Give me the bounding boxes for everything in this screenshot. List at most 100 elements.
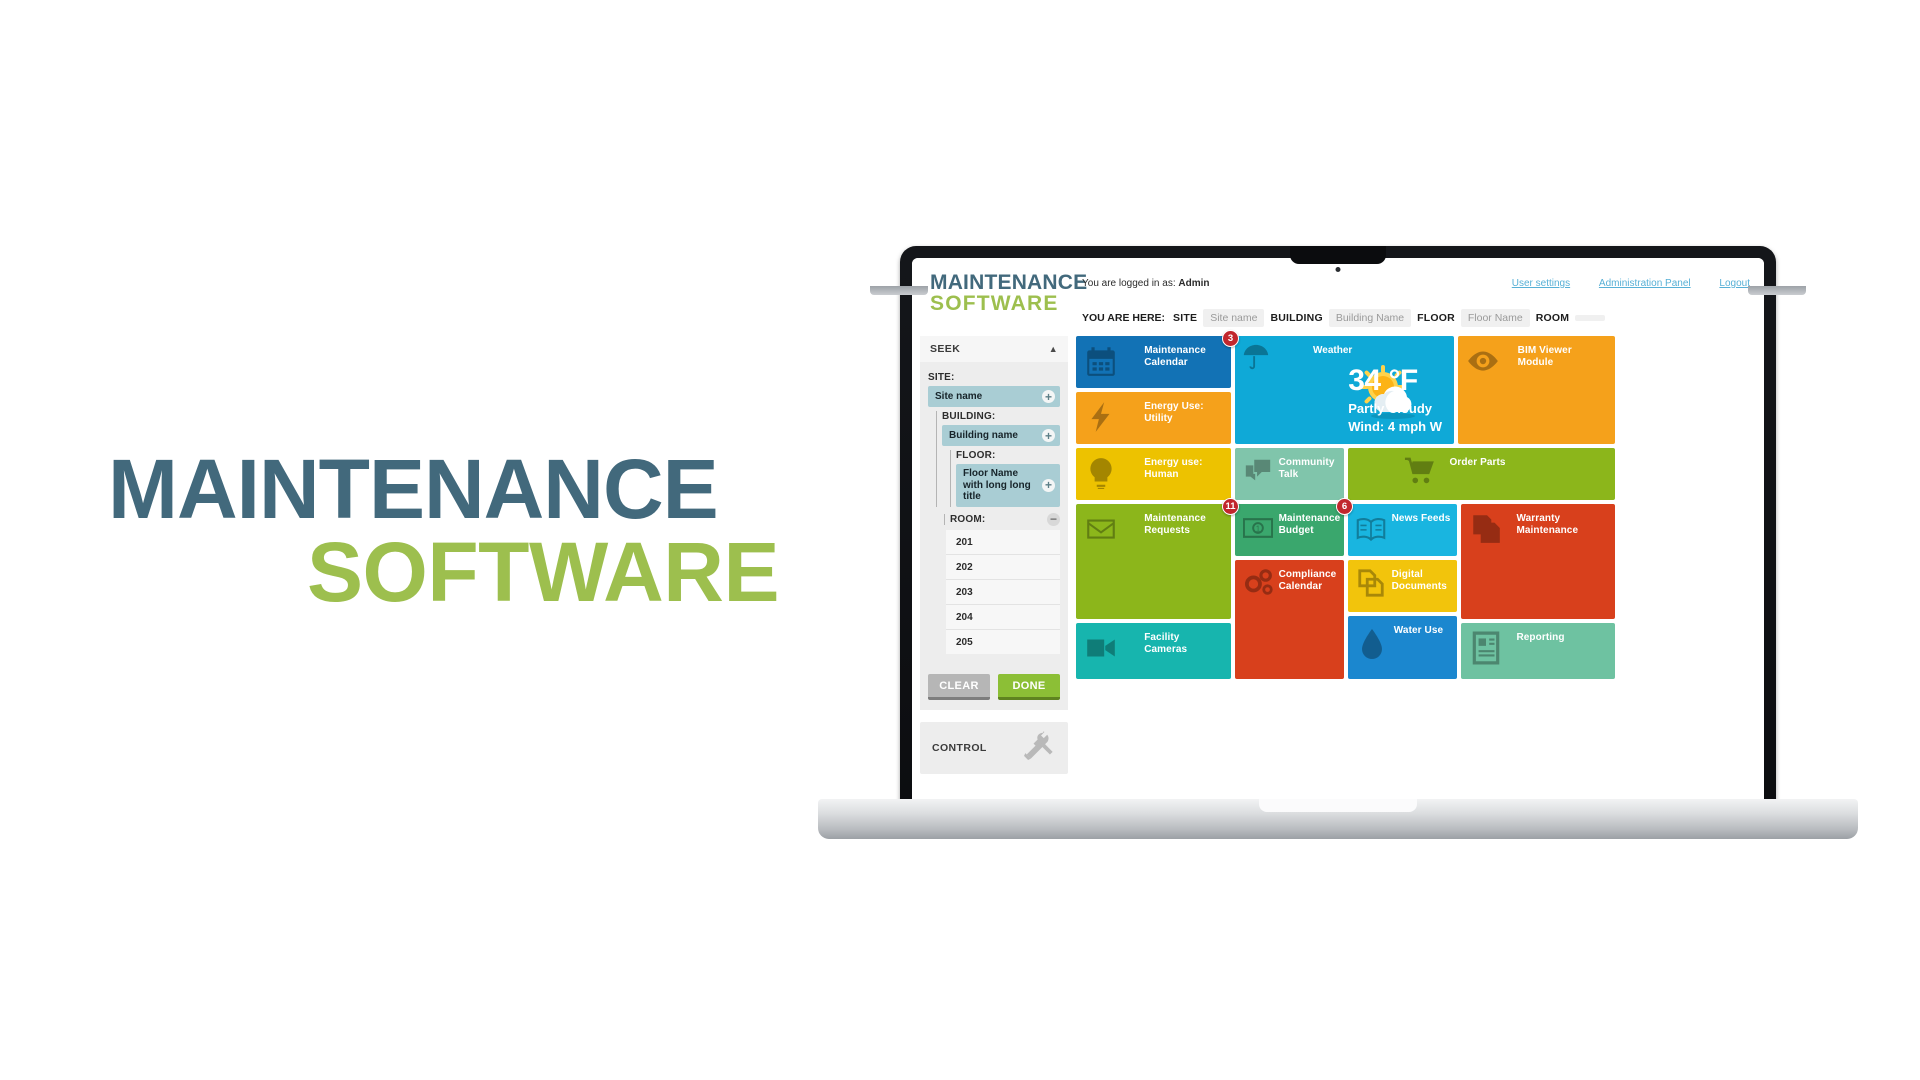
- app-topbar: MAINTENANCE SOFTWARE You are logged in a…: [912, 258, 1764, 315]
- eye-icon: [1466, 344, 1500, 378]
- breadcrumb-value-floor[interactable]: Floor Name: [1460, 309, 1530, 327]
- minus-icon[interactable]: −: [1047, 512, 1060, 526]
- site-selector[interactable]: Site name +: [928, 386, 1060, 407]
- weather-condition: Partly Cloudy: [1348, 401, 1433, 416]
- tile-water-use[interactable]: Water Use: [1348, 616, 1457, 679]
- status-badge: 3: [1222, 330, 1239, 347]
- laptop-notch: [1290, 246, 1386, 264]
- breadcrumb-value-room[interactable]: [1575, 315, 1606, 321]
- tile-facility-cameras[interactable]: Facility Cameras: [1076, 623, 1231, 679]
- weather-readout: 34 °F Partly Cloudy Wind: 4 mph W: [1348, 364, 1442, 435]
- tile-compliance-calendar[interactable]: Compliance Calendar: [1235, 560, 1344, 679]
- breadcrumb-value-site[interactable]: Site name: [1203, 309, 1265, 327]
- tile-label: Reporting: [1516, 632, 1565, 643]
- control-title: CONTROL: [932, 741, 987, 754]
- building-group: BUILDING: Building name + FLOOR: Floor N…: [936, 411, 1060, 507]
- logout-link[interactable]: Logout: [1719, 278, 1750, 289]
- laptop-mockup: MAINTENANCE SOFTWARE You are logged in a…: [818, 246, 1858, 856]
- tile-label: Water Use: [1393, 625, 1444, 636]
- sidebar: SEEK ▲ SITE: Site name + BUILDING: Build…: [920, 336, 1068, 774]
- tile-label: Maintenance Requests: [1144, 513, 1206, 536]
- hero-line-2: SOFTWARE: [307, 525, 780, 620]
- plus-icon[interactable]: +: [1042, 390, 1055, 403]
- page-root: MAINTENANCE SOFTWARE MAINTENANCE SOFTWAR…: [0, 0, 1920, 1080]
- tile-label: Maintenance Budget: [1278, 513, 1341, 536]
- tile-reporting[interactable]: Reporting: [1461, 623, 1615, 679]
- app-logo-line-2: SOFTWARE: [930, 292, 1059, 316]
- tile-label: Community Talk: [1278, 457, 1335, 480]
- breadcrumb-value-building[interactable]: Building Name: [1328, 309, 1412, 327]
- room-label: ROOM:: [944, 513, 985, 525]
- laptop-foot-right: [1748, 286, 1806, 295]
- site-value: Site name: [935, 390, 983, 402]
- tile-label: Energy use: Human: [1144, 457, 1203, 480]
- breadcrumb-prefix: YOU ARE HERE:: [1082, 312, 1166, 324]
- breadcrumb-key-building: BUILDING: [1270, 312, 1323, 324]
- list-item[interactable]: 204: [946, 605, 1060, 630]
- tile-maintenance-requests[interactable]: Maintenance Requests: [1076, 504, 1231, 619]
- tile-maintenance-calendar[interactable]: Maintenance Calendar: [1076, 336, 1231, 388]
- building-selector[interactable]: Building name +: [942, 425, 1060, 446]
- camera-icon: [1084, 631, 1118, 665]
- app-logo-line-1: MAINTENANCE: [930, 271, 1088, 294]
- laptop-lid: MAINTENANCE SOFTWARE You are logged in a…: [900, 246, 1776, 811]
- user-settings-link[interactable]: User settings: [1512, 278, 1570, 289]
- tile-news-feeds[interactable]: News Feeds: [1348, 504, 1457, 556]
- topbar-links: User settings Administration Panel Logou…: [1486, 278, 1750, 289]
- tile-label: Maintenance Calendar: [1144, 345, 1206, 368]
- done-button[interactable]: DONE: [998, 673, 1060, 700]
- gears-icon: [1243, 568, 1277, 598]
- logged-in-status: You are logged in as: Admin: [1082, 278, 1209, 289]
- seek-panel-body: SITE: Site name + BUILDING: Building nam…: [920, 362, 1068, 664]
- tile-weather[interactable]: Weather 34 °F Partly Cloudy Wind: 4 mph …: [1235, 336, 1454, 444]
- weather-wind: Wind: 4 mph W: [1348, 419, 1442, 434]
- cart-icon: [1404, 456, 1434, 486]
- administration-panel-link[interactable]: Administration Panel: [1599, 278, 1691, 289]
- list-item[interactable]: 202: [946, 555, 1060, 580]
- umbrella-icon: [1241, 342, 1271, 372]
- dashboard-tiles: Maintenance Calendar 3 Energy Use: Utili…: [1076, 330, 1756, 811]
- list-item[interactable]: 203: [946, 580, 1060, 605]
- maintenance-software-app: MAINTENANCE SOFTWARE You are logged in a…: [912, 258, 1764, 811]
- plus-icon[interactable]: +: [1042, 478, 1055, 492]
- tile-maintenance-budget[interactable]: 1 Maintenance Budget: [1235, 504, 1344, 556]
- status-badge: 11: [1222, 498, 1239, 515]
- tile-energy-use-human[interactable]: Energy use: Human: [1076, 448, 1231, 500]
- tile-label: Warranty Maintenance: [1516, 513, 1579, 536]
- tile-warranty-maintenance[interactable]: Warranty Maintenance: [1461, 504, 1615, 619]
- seek-panel: SEEK ▲ SITE: Site name + BUILDING: Build…: [920, 336, 1068, 710]
- hero-headline: MAINTENANCE SOFTWARE: [108, 442, 848, 620]
- tile-community-talk[interactable]: Community Talk: [1235, 448, 1344, 500]
- tile-bim-viewer-module[interactable]: BIM Viewer Module: [1458, 336, 1615, 444]
- room-list[interactable]: 201 202 203 204 205: [946, 529, 1060, 654]
- laptop-screen: MAINTENANCE SOFTWARE You are logged in a…: [912, 258, 1764, 811]
- site-label: SITE:: [928, 372, 955, 383]
- floor-group: FLOOR: Floor Name with long long title +: [950, 450, 1060, 507]
- breadcrumb-key-site: SITE: [1173, 312, 1198, 324]
- tile-order-parts[interactable]: Order Parts: [1348, 448, 1615, 500]
- seek-panel-header[interactable]: SEEK ▲: [920, 336, 1068, 362]
- tile-label: News Feeds: [1391, 513, 1451, 524]
- tile-digital-documents[interactable]: Digital Documents: [1348, 560, 1457, 612]
- breadcrumb-key-room: ROOM: [1535, 312, 1570, 324]
- webcam-icon: [1335, 267, 1341, 272]
- tile-energy-use-utility[interactable]: Energy Use: Utility: [1076, 392, 1231, 444]
- clear-button[interactable]: CLEAR: [928, 673, 990, 700]
- book-icon: [1356, 516, 1386, 542]
- control-panel[interactable]: CONTROL: [920, 721, 1068, 774]
- seek-title: SEEK: [930, 343, 961, 355]
- list-item[interactable]: 201: [946, 530, 1060, 555]
- weather-temperature: 34 °F: [1348, 364, 1418, 397]
- tile-label: Weather: [1313, 345, 1353, 356]
- floor-label: FLOOR:: [956, 450, 996, 461]
- droplet-icon: [1360, 628, 1384, 660]
- room-group-header: ROOM: −: [944, 512, 1060, 526]
- hero-line-1: MAINTENANCE: [108, 442, 719, 536]
- list-item[interactable]: 205: [946, 630, 1060, 654]
- tile-label: Digital Documents: [1391, 569, 1447, 592]
- building-label: BUILDING:: [942, 411, 996, 422]
- caret-up-icon[interactable]: ▲: [1049, 344, 1058, 354]
- tools-icon: [1022, 730, 1056, 765]
- plus-icon[interactable]: +: [1042, 429, 1055, 442]
- floor-selector[interactable]: Floor Name with long long title +: [956, 464, 1060, 507]
